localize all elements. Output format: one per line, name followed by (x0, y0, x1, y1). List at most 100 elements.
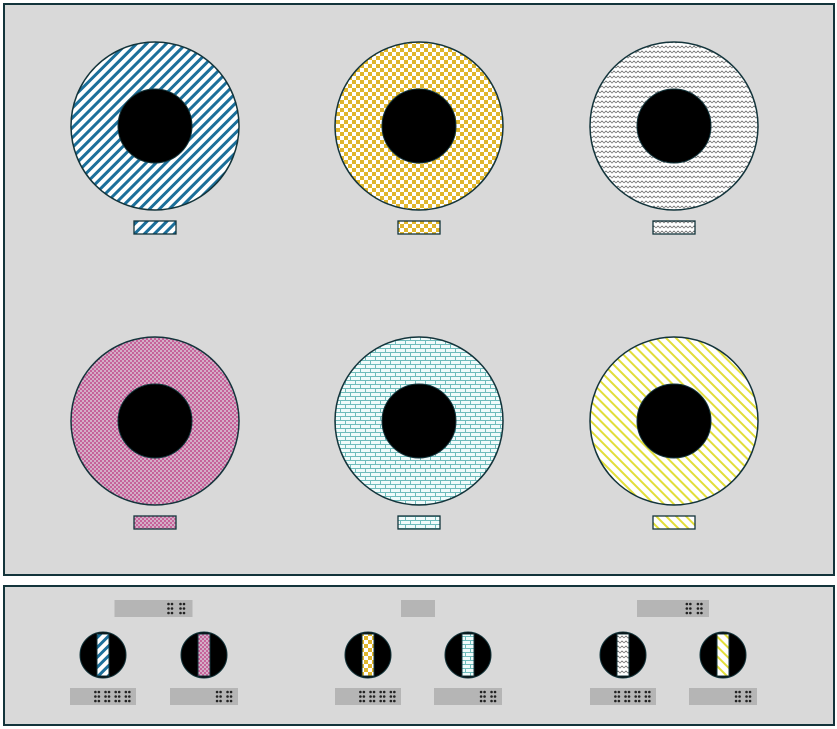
braille-dot (734, 690, 738, 694)
braille-dot (634, 699, 637, 703)
braille-dot (644, 699, 648, 703)
ring-swatch (652, 220, 696, 235)
ring-pink-dotted (70, 336, 240, 530)
braille-dot (634, 690, 637, 694)
braille-dot (490, 699, 493, 703)
ring-grey-zigzag (589, 41, 759, 235)
braille-dot (128, 690, 131, 694)
choice-group-1 (70, 600, 238, 705)
braille-dot (226, 690, 229, 694)
braille-dot (745, 695, 748, 698)
ring-swatch (652, 515, 696, 530)
braille-dot (362, 690, 366, 694)
braille-dot (226, 695, 229, 698)
braille-dot (167, 602, 170, 606)
braille-dot (389, 699, 393, 703)
braille-dot (393, 690, 396, 694)
ring-gold-checker (334, 41, 504, 235)
braille-dot (745, 699, 748, 703)
braille-dot (215, 699, 219, 703)
braille-dot (179, 607, 182, 610)
braille-dot (117, 699, 121, 703)
choice-grey-zigzag[interactable] (590, 631, 656, 705)
choice-yellow-diagonal[interactable] (689, 631, 757, 705)
braille-dot (362, 699, 366, 703)
braille-dot (624, 690, 627, 694)
choice-teal-brick[interactable] (434, 631, 502, 705)
braille-dot (369, 699, 372, 703)
braille-dot (393, 695, 396, 698)
braille-dot (170, 607, 174, 610)
choice-caption-1right (434, 688, 502, 705)
ring-blue-diagonal (70, 41, 240, 235)
braille-dot (637, 695, 641, 698)
braille-dot (117, 690, 121, 694)
braille-dot (648, 695, 651, 698)
choice-caption-2left (590, 688, 656, 705)
braille-dot (379, 695, 382, 698)
braille-dot (94, 695, 97, 698)
braille-dot (696, 611, 700, 615)
choice-core (616, 633, 630, 677)
braille-dot (490, 695, 493, 698)
braille-dot (738, 695, 741, 698)
choice-pink-dotted[interactable] (170, 631, 238, 705)
choice-core (197, 633, 211, 677)
ring-hole (636, 88, 712, 164)
choice-core (461, 633, 475, 677)
braille-dot (170, 602, 174, 606)
ring-hole (636, 383, 712, 459)
choice-gold-checker[interactable] (335, 631, 401, 705)
braille-dot (479, 699, 483, 703)
braille-dot (359, 695, 362, 698)
choice-core (716, 633, 730, 677)
braille-dot (379, 699, 382, 703)
braille-dot (685, 607, 689, 610)
braille-dot (114, 690, 117, 694)
braille-dot (685, 611, 689, 615)
braille-dot (97, 699, 101, 703)
braille-dot (483, 690, 486, 694)
braille-dot (617, 690, 621, 694)
braille-dot (107, 690, 111, 694)
braille-dot (359, 690, 362, 694)
braille-dot (182, 611, 186, 615)
braille-dot (179, 602, 182, 606)
ring-hole (117, 383, 193, 459)
braille-dot (689, 611, 692, 615)
braille-dot (362, 695, 366, 698)
choice-group-2 (335, 600, 502, 705)
braille-dot (689, 607, 692, 610)
choice-blue-diagonal[interactable] (70, 631, 136, 705)
braille-dot (128, 699, 131, 703)
choice-caption-0right (170, 688, 238, 705)
braille-dot (389, 695, 393, 698)
braille-dot (229, 699, 233, 703)
braille-dot (644, 695, 648, 698)
braille-dot (219, 690, 222, 694)
braille-dot (359, 699, 362, 703)
braille-dot (379, 690, 382, 694)
choice-core (361, 633, 375, 677)
braille-dot (490, 690, 493, 694)
braille-dot (634, 695, 637, 698)
braille-dot (614, 699, 617, 703)
braille-dot (117, 695, 121, 698)
braille-dot (627, 695, 631, 698)
braille-dot (745, 690, 748, 694)
ring-swatch (397, 220, 441, 235)
braille-dot (614, 690, 617, 694)
braille-dot (738, 699, 741, 703)
braille-dot (215, 695, 219, 698)
group-header-2 (637, 600, 709, 617)
braille-dot (114, 699, 117, 703)
braille-dot (734, 695, 738, 698)
ring-teal-brick (334, 336, 504, 530)
braille-dot (493, 695, 497, 698)
braille-dot (124, 699, 128, 703)
braille-dot (483, 695, 486, 698)
braille-dot (648, 699, 651, 703)
braille-dot (493, 699, 497, 703)
braille-dot (372, 699, 376, 703)
braille-dot (104, 699, 107, 703)
